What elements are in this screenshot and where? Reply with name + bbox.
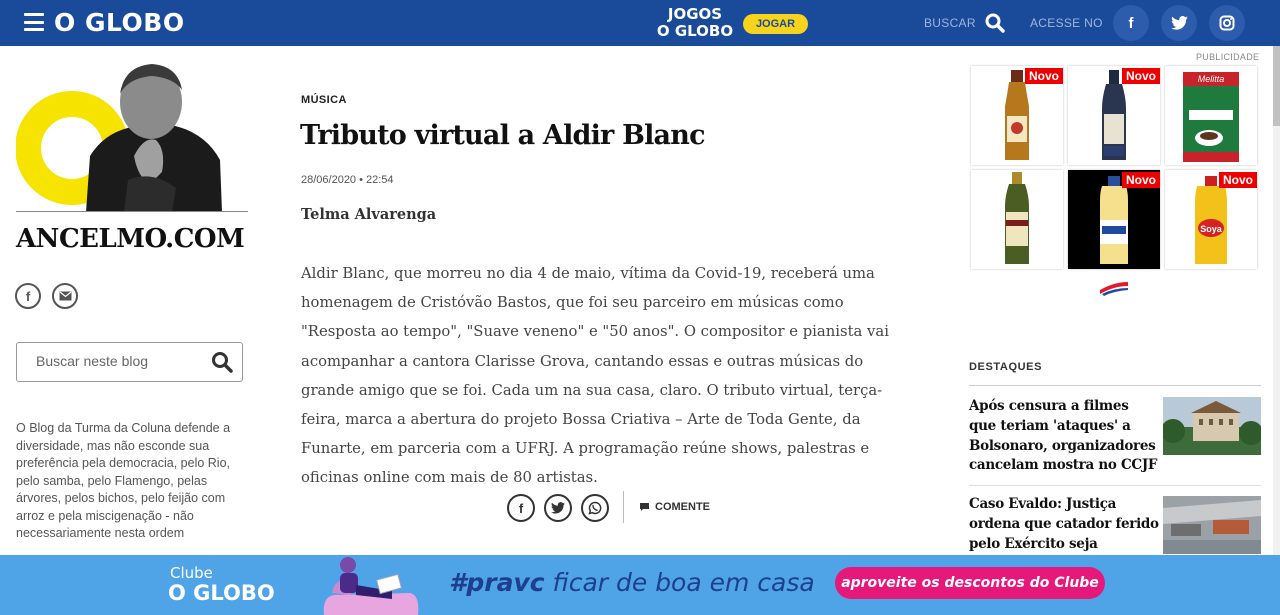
email-icon[interactable] [52,283,78,309]
comment-icon [640,503,649,511]
search-label[interactable]: BUSCAR [924,16,976,30]
columnist-photo [16,60,248,212]
jogos-line1: JOGOS [667,5,723,23]
share-divider [623,491,624,523]
blog-description: O Blog da Turma da Coluna defende a dive… [16,421,231,540]
blog-title[interactable]: ANCELMO.COM [16,224,245,254]
destaques-divider [969,385,1261,386]
article-section[interactable]: MÚSICA [301,94,347,106]
page-scrollbar[interactable] [1273,46,1280,555]
svg-text:Melitta: Melitta [1198,74,1225,84]
jogar-button[interactable]: JOGAR [743,14,808,34]
ad-brand-logo[interactable] [1098,280,1130,296]
new-badge: Novo [1122,68,1160,84]
destaque-thumbnail[interactable] [1163,397,1261,455]
clube-logo: Clube O GLOBO [168,563,275,605]
facebook-icon[interactable]: f [1113,5,1149,41]
twitter-icon[interactable] [1161,5,1197,41]
destaque-divider [969,485,1261,486]
ad-product-soy-oil-yellow[interactable]: Soya Novo [1165,170,1257,269]
search-icon[interactable] [211,351,233,373]
share-whatsapp-icon[interactable] [581,494,609,522]
comment-button[interactable]: COMENTE [639,501,710,513]
scrollbar-thumb[interactable] [1273,46,1280,126]
clube-banner[interactable]: Clube O GLOBO #pravc ficar de boa em cas… [0,555,1280,615]
article-date: 28/06/2020 • 22:54 [301,174,394,186]
article-headline: Tributo virtual a Aldir Blanc [300,120,706,151]
article-author: Telma Alvarenga [301,206,437,223]
blog-search-box [16,342,243,382]
facebook-icon[interactable]: f [15,283,41,309]
hamburger-menu-icon[interactable] [24,13,44,31]
ad-label: PUBLICIDADE [1196,52,1260,62]
hashtag-bold: #pravc [449,568,545,597]
ad-product-olive-oil-dark[interactable]: Novo [1068,66,1160,165]
jogos-line2: O GLOBO [656,22,734,40]
blog-search-input[interactable] [36,353,196,369]
comment-label: COMENTE [655,501,710,513]
banner-illustration [323,557,419,615]
ad-product-olive-oil[interactable]: Novo [971,66,1063,165]
new-badge: Novo [1219,172,1257,188]
banner-cta-button[interactable]: aproveite os descontos do Clube [835,567,1105,599]
share-facebook-icon[interactable]: f [507,494,535,522]
svg-text:Soya: Soya [1200,224,1223,234]
search-icon[interactable] [985,13,1005,33]
instagram-icon[interactable] [1209,5,1245,41]
clube-logo-line1: Clube [170,564,213,582]
top-navbar: O GLOBO JOGOS O GLOBO JOGAR BUSCAR ACESS… [0,0,1280,46]
ad-product-soy-oil[interactable]: Novo [1068,170,1160,269]
site-logo[interactable]: O GLOBO [54,8,185,37]
ad-product-coffee[interactable]: Melitta [1165,66,1257,165]
new-badge: Novo [1122,172,1160,188]
destaque-title[interactable]: Após censura a filmes que teriam 'ataque… [969,397,1159,476]
new-badge: Novo [1025,68,1063,84]
article-body: Aldir Blanc, que morreu no dia 4 de maio… [301,265,889,487]
share-twitter-icon[interactable] [544,494,572,522]
hashtag-tagline: ficar de boa em casa [544,568,815,597]
banner-hashtag: #pravc ficar de boa em casa [449,568,815,597]
destaques-heading: DESTAQUES [969,361,1043,373]
ad-product-olive-oil-green[interactable] [971,170,1063,269]
destaque-thumbnail[interactable] [1163,496,1261,554]
login-label[interactable]: ACESSE NO [1030,16,1103,30]
jogos-logo[interactable]: JOGOS O GLOBO [650,6,740,40]
clube-logo-line2: O GLOBO [168,581,275,605]
